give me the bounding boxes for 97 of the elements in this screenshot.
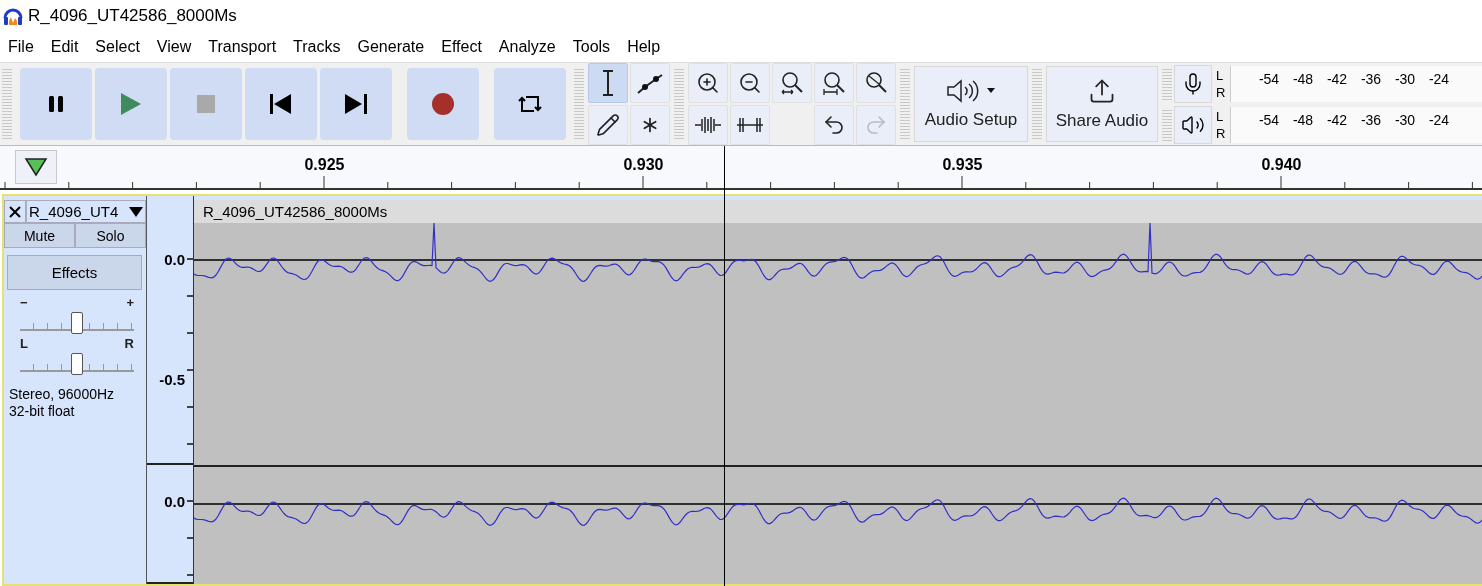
- menu-item[interactable]: Generate: [357, 38, 434, 56]
- channel-label: L: [1216, 107, 1225, 125]
- i-beam-icon: [600, 70, 616, 96]
- clip-title[interactable]: R_4096_UT42586_8000Ms: [194, 200, 1482, 223]
- meter-tick-label: -24: [1427, 111, 1451, 128]
- zoom-in-button[interactable]: [688, 63, 728, 103]
- undo-icon: [822, 113, 846, 137]
- fit-project-button[interactable]: [814, 63, 854, 103]
- pan-right-label: R: [124, 337, 134, 350]
- gain-plus-label: +: [126, 296, 134, 309]
- play-at-speed-button[interactable]: [15, 150, 57, 184]
- silence-audio-icon: [736, 115, 764, 135]
- channel-label: R: [1216, 124, 1227, 142]
- record-meter-button[interactable]: [1174, 64, 1212, 103]
- timeline-label: 0.930: [622, 156, 665, 174]
- menu-item[interactable]: Effect: [441, 38, 491, 56]
- meter-tick-label: -48: [1291, 111, 1315, 128]
- skip-start-button[interactable]: [245, 68, 317, 140]
- amplitude-label: 0.0: [164, 492, 186, 511]
- zoom-in-icon: [696, 71, 720, 95]
- toolbar-gripper[interactable]: [1162, 67, 1172, 100]
- dropdown-caret-icon: [129, 206, 143, 217]
- record-icon: [431, 92, 455, 116]
- share-icon: [1088, 77, 1116, 105]
- stop-icon: [197, 95, 215, 113]
- speaker-dropdown-icon: [945, 78, 997, 104]
- slider-thumb[interactable]: [71, 312, 83, 334]
- slider-thumb[interactable]: [71, 353, 83, 375]
- mute-button[interactable]: Mute: [4, 223, 75, 248]
- meter-scale[interactable]: -54 -48 -42 -36 -30 -24: [1230, 106, 1482, 143]
- gain-minus-label: −: [20, 296, 28, 309]
- play-icon: [120, 92, 142, 116]
- close-track-button[interactable]: [4, 200, 26, 223]
- effects-button[interactable]: Effects: [7, 255, 142, 290]
- app-logo-icon: [2, 6, 24, 26]
- select-tool-button[interactable]: [588, 63, 628, 103]
- meter-tick-label: -54: [1257, 70, 1281, 87]
- menu-item[interactable]: Select: [95, 38, 149, 56]
- window-title: R_4096_UT42586_8000Ms: [28, 6, 237, 26]
- amplitude-label: 0.0: [164, 250, 186, 269]
- zoom-out-icon: [738, 71, 762, 95]
- meter-tick-label: -48: [1291, 70, 1315, 87]
- pause-icon: [47, 95, 65, 113]
- menu-item[interactable]: File: [8, 38, 43, 56]
- menu-item[interactable]: Tracks: [293, 38, 350, 56]
- meter-tick-label: -30: [1393, 111, 1417, 128]
- audio-setup-button[interactable]: Audio Setup: [914, 66, 1028, 142]
- multi-tool-button[interactable]: [630, 105, 670, 145]
- timeline-label: 0.940: [1260, 156, 1303, 174]
- zoom-toggle-button[interactable]: [856, 63, 896, 103]
- envelope-tool-button[interactable]: [630, 63, 670, 103]
- pencil-icon: [596, 113, 620, 137]
- meter-tick-label: -24: [1427, 70, 1451, 87]
- solo-button[interactable]: Solo: [75, 223, 146, 248]
- channel-label: R: [1216, 83, 1227, 101]
- pan-left-label: L: [20, 337, 28, 350]
- close-icon: [9, 205, 21, 218]
- menu-item[interactable]: Help: [627, 38, 670, 56]
- skip-end-icon: [345, 94, 367, 114]
- track-name-menu[interactable]: R_4096_UT4: [26, 200, 146, 223]
- skip-start-icon: [270, 94, 292, 114]
- meter-tick-label: -42: [1325, 111, 1349, 128]
- redo-icon: [864, 113, 888, 137]
- meter-tick-label: -30: [1393, 70, 1417, 87]
- toolbar-gripper[interactable]: [1162, 108, 1172, 141]
- trim-audio-icon: [694, 115, 722, 135]
- channel-label: L: [1216, 66, 1225, 84]
- trim-button[interactable]: [688, 105, 728, 145]
- playback-meter-button[interactable]: [1174, 105, 1212, 144]
- play-at-speed-icon: [24, 157, 48, 177]
- envelope-icon: [636, 71, 664, 95]
- loop-button[interactable]: [494, 68, 566, 140]
- meter-tick-label: -36: [1359, 111, 1383, 128]
- skip-end-button[interactable]: [320, 68, 392, 140]
- zoom-fit-selection-icon: [779, 70, 805, 96]
- timeline-label: 0.935: [941, 156, 984, 174]
- timeline-label: 0.925: [303, 156, 346, 174]
- share-audio-button[interactable]: Share Audio: [1046, 66, 1158, 142]
- menu-item[interactable]: Transport: [208, 38, 286, 56]
- meter-scale[interactable]: -54 -48 -42 -36 -30 -24: [1230, 65, 1482, 102]
- menu-item[interactable]: Tools: [572, 38, 620, 56]
- menu-item[interactable]: View: [156, 38, 201, 56]
- undo-button[interactable]: [814, 105, 854, 145]
- meter-tick-label: -42: [1325, 70, 1349, 87]
- silence-button[interactable]: [730, 105, 770, 145]
- zoom-out-button[interactable]: [730, 63, 770, 103]
- menu-item[interactable]: Analyze: [498, 38, 565, 56]
- menu-item[interactable]: Edit: [50, 38, 88, 56]
- pause-button[interactable]: [20, 68, 92, 140]
- zoom-fit-project-icon: [821, 70, 847, 96]
- meter-tick-label: -36: [1359, 70, 1383, 87]
- record-button[interactable]: [407, 68, 479, 140]
- track-format-info: Stereo, 96000Hz 32-bit float: [9, 386, 116, 420]
- amplitude-label: -0.5: [159, 370, 186, 389]
- meter-tick-label: -54: [1257, 111, 1281, 128]
- fit-selection-button[interactable]: [772, 63, 812, 103]
- draw-tool-button[interactable]: [588, 105, 628, 145]
